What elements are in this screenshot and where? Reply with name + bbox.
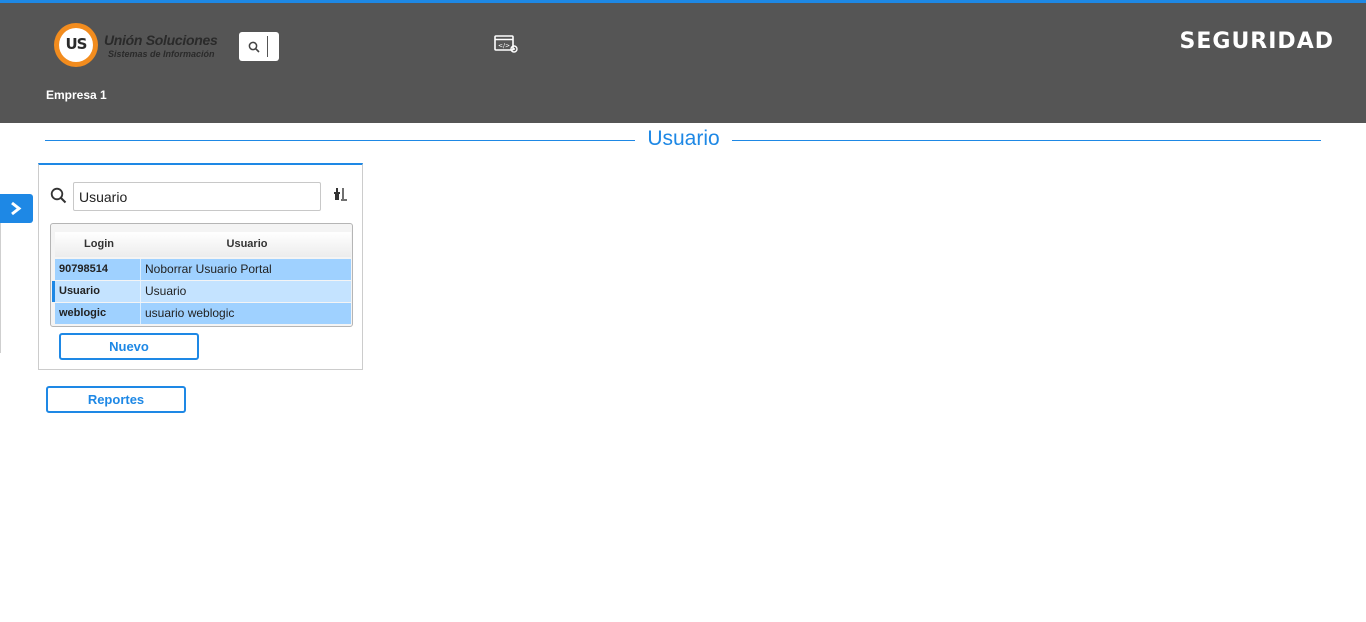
chevron-right-icon [11, 201, 22, 216]
cell-login: Usuario [55, 281, 141, 302]
search-icon [50, 187, 67, 204]
company-name: Empresa 1 [46, 88, 107, 102]
table-row[interactable]: weblogic usuario weblogic [55, 303, 351, 324]
column-header-login[interactable]: Login [55, 232, 143, 257]
title-divider-left [45, 140, 635, 141]
module-brand: SEGURIDAD [1179, 29, 1334, 54]
user-search-input[interactable] [73, 182, 321, 211]
logo-subtitle: Sistemas de Información [108, 49, 215, 59]
reports-button[interactable]: Reportes [46, 386, 186, 413]
cell-usuario: usuario weblogic [145, 306, 235, 320]
text-caret [267, 36, 268, 57]
clear-filter-icon[interactable] [332, 186, 348, 202]
svg-text:</>: </> [498, 43, 510, 50]
title-divider-right [732, 140, 1321, 141]
cell-usuario: Noborrar Usuario Portal [145, 262, 272, 276]
cell-login: weblogic [55, 303, 141, 324]
user-search-panel: Login Usuario 90798514 Noborrar Usuario … [38, 163, 363, 370]
sidebar-edge [0, 223, 1, 353]
new-user-button[interactable]: Nuevo [59, 333, 199, 360]
logo-badge: US [54, 23, 98, 67]
app-header: US Unión Soluciones Sistemas de Informac… [0, 3, 1366, 123]
search-icon [248, 41, 260, 53]
page-title: Usuario [647, 127, 720, 150]
logo-mark: US [65, 35, 88, 53]
cell-usuario: Usuario [145, 284, 187, 298]
header-search-button[interactable] [239, 32, 279, 61]
cell-login: 90798514 [55, 259, 141, 280]
users-table: Login Usuario 90798514 Noborrar Usuario … [50, 223, 353, 327]
table-header: Login Usuario [55, 232, 351, 257]
code-settings-icon[interactable]: </> [494, 34, 520, 56]
column-header-usuario[interactable]: Usuario [143, 232, 351, 257]
logo-title: Unión Soluciones [104, 32, 218, 48]
sidebar-toggle-button[interactable] [0, 194, 33, 223]
table-row[interactable]: 90798514 Noborrar Usuario Portal [55, 259, 351, 280]
table-row-selected[interactable]: Usuario Usuario [52, 281, 351, 302]
company-logo[interactable]: US Unión Soluciones Sistemas de Informac… [54, 23, 224, 69]
